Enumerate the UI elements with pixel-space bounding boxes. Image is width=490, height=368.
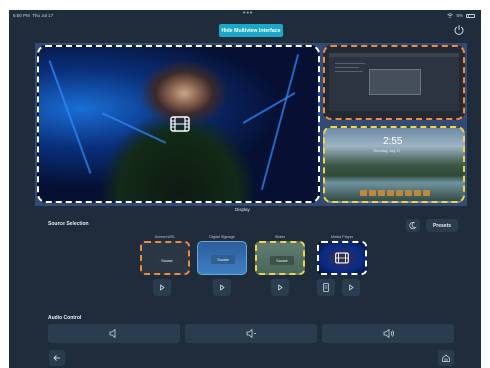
home-button[interactable] (438, 350, 454, 366)
source-tag: Source (211, 255, 235, 264)
status-bar: 6:50 PM Thu Jul 17 ••• 5% (9, 10, 481, 20)
presets-button[interactable]: Presets (426, 219, 458, 232)
file-button-media[interactable] (317, 279, 335, 296)
light-streak (48, 60, 92, 174)
source-label-signage: Digital Signage (209, 235, 235, 239)
film-icon (170, 116, 190, 132)
hide-multiview-button[interactable]: Hide Multiview Interface (219, 24, 283, 37)
power-icon (454, 25, 464, 35)
dock-app (405, 190, 412, 196)
play-icon (349, 284, 354, 291)
lockscreen-time: 2:55 (383, 136, 403, 147)
play-button-slides[interactable] (271, 279, 289, 296)
moon-icon (409, 221, 417, 230)
source-selection-title: Source Selection (48, 221, 89, 227)
dock-app (387, 190, 394, 196)
zone-orange[interactable] (323, 45, 465, 120)
ipad-screen: 6:50 PM Thu Jul 17 ••• 5% Hide Multiview… (9, 10, 481, 368)
volume-high-icon (383, 329, 394, 338)
zone-main[interactable] (37, 45, 320, 203)
source-tile-signage[interactable]: Source (197, 241, 247, 275)
source-tile-media[interactable] (317, 241, 367, 275)
back-button[interactable] (49, 350, 65, 366)
audio-control-title: Audio Control (48, 315, 82, 321)
play-icon (160, 284, 165, 291)
play-button-media[interactable] (342, 279, 360, 296)
source-tile-screen[interactable]: Source (140, 241, 190, 275)
play-button-screen[interactable] (153, 279, 171, 296)
dock-app (369, 190, 376, 196)
source-label-screen: Screen/URL (154, 235, 176, 239)
wifi-icon (447, 13, 454, 18)
file-icon (323, 283, 329, 292)
dock-app (360, 190, 367, 196)
film-icon (335, 252, 349, 264)
home-icon (442, 354, 450, 362)
light-streak (101, 112, 167, 144)
screen-window (329, 53, 459, 111)
window-line (335, 71, 363, 72)
battery-icon (466, 13, 475, 18)
battery-percent: 5% (456, 13, 463, 18)
dock-app (423, 190, 430, 196)
light-streak (242, 92, 296, 124)
source-label-slides: Slides (274, 235, 286, 239)
source-tile-slides[interactable]: Source (255, 241, 305, 275)
window-line (335, 63, 365, 64)
dock-app (378, 190, 385, 196)
volume-low-button[interactable] (185, 324, 317, 343)
volume-high-button[interactable] (322, 324, 454, 343)
more-dots[interactable]: ••• (243, 10, 253, 17)
back-arrow-icon (53, 355, 60, 361)
volume-mute-icon (109, 329, 116, 338)
lockscreen-date: Thursday, July 17 (373, 149, 401, 153)
play-button-signage[interactable] (213, 279, 231, 296)
window-titlebar (329, 53, 459, 57)
power-button[interactable] (453, 24, 465, 36)
play-icon (220, 284, 225, 291)
dock-app (414, 190, 421, 196)
volume-mute-button[interactable] (48, 324, 180, 343)
window-dialog (369, 69, 421, 95)
display-preview: 2:55 Thursday, July 17 (35, 43, 467, 206)
zone-yellow[interactable]: 2:55 Thursday, July 17 (323, 126, 465, 203)
status-time: 6:50 PM Thu Jul 17 (13, 13, 54, 18)
status-right: 5% (447, 13, 475, 18)
night-mode-button[interactable] (406, 219, 420, 232)
play-icon (278, 284, 283, 291)
dock-app (396, 190, 403, 196)
window-line (335, 67, 359, 68)
source-tag: Source (155, 256, 179, 265)
display-label: Display (235, 207, 250, 212)
dock (335, 190, 455, 198)
volume-low-icon (246, 329, 256, 338)
light-streak (260, 54, 300, 190)
source-tag: Source (270, 256, 294, 265)
source-label-media: Media Player (330, 235, 354, 239)
